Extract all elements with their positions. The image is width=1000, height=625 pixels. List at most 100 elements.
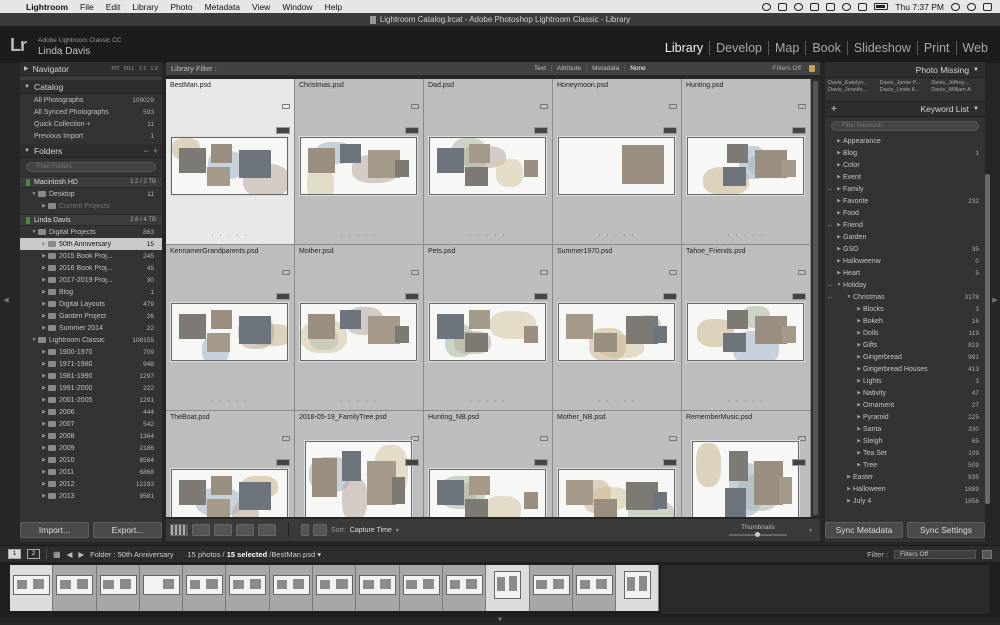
disclosure-triangle-icon[interactable]: ▶: [40, 385, 48, 391]
disclosure-triangle-icon[interactable]: ▶: [835, 198, 843, 204]
disclosure-triangle-icon[interactable]: ▶: [855, 402, 863, 408]
metadata-badge-icon[interactable]: [792, 459, 806, 466]
status-icon[interactable]: [762, 2, 772, 11]
metadata-badge-icon[interactable]: [663, 459, 677, 466]
grid-cell[interactable]: Hunting_NB.psd· · · · ·: [424, 411, 553, 517]
photo-thumbnail[interactable]: [429, 469, 546, 517]
metadata-badge-icon[interactable]: [792, 293, 806, 300]
suggestion-item[interactable]: Davis_Jennife...: [828, 87, 879, 93]
rating-stars[interactable]: · · · · ·: [295, 232, 423, 239]
filter-metadata[interactable]: Metadata: [586, 65, 624, 72]
keyword-item[interactable]: ▶ Santa 330: [825, 423, 985, 435]
keyword-item[interactable]: ▶ Tree 509: [825, 459, 985, 471]
zoom-fill[interactable]: FILL: [124, 66, 135, 72]
keyword-item[interactable]: ▶ Appearance: [825, 135, 985, 147]
catalog-item[interactable]: All Synced Photographs 593: [20, 106, 162, 118]
zoom-1-1[interactable]: 1:1: [139, 66, 147, 72]
photo-thumbnail[interactable]: [429, 137, 546, 195]
rotate-icon[interactable]: [411, 270, 419, 275]
photo-thumbnail[interactable]: [558, 469, 675, 517]
remove-folder-icon[interactable]: −: [143, 146, 148, 156]
sync-icon[interactable]: [794, 2, 804, 11]
disclosure-triangle-icon[interactable]: ▶: [845, 486, 853, 492]
disclosure-triangle-icon[interactable]: ▶: [40, 253, 48, 259]
photo-thumbnail[interactable]: [171, 137, 288, 195]
metadata-badge-icon[interactable]: [276, 293, 290, 300]
photo-thumbnail[interactable]: [171, 469, 288, 517]
disclosure-triangle-icon[interactable]: ▶: [40, 301, 48, 307]
filter-toggle[interactable]: [982, 549, 992, 559]
grid-cell[interactable]: TheBoat.psd· · · · ·: [166, 411, 295, 517]
metadata-badge-icon[interactable]: [792, 127, 806, 134]
folder-item[interactable]: ▶ 2006 444: [20, 406, 162, 418]
filmstrip-thumbnail[interactable]: [399, 565, 443, 611]
keyword-item[interactable]: ▶ Gingerbread 991: [825, 351, 985, 363]
toolbar-menu-chevron-icon[interactable]: ▾: [809, 527, 812, 534]
volume-linda-davis[interactable]: Linda Davis 2.6 / 4 TB: [20, 214, 162, 226]
zoom-1-2[interactable]: 1:2: [150, 66, 158, 72]
sync-settings-button[interactable]: Sync Settings: [907, 522, 985, 538]
disclosure-triangle-icon[interactable]: ▶: [835, 246, 843, 252]
disclosure-triangle-icon[interactable]: ▼: [30, 337, 38, 343]
grid-mode-icon[interactable]: ▦: [53, 550, 61, 559]
search-icon[interactable]: [951, 2, 960, 11]
grid-cell[interactable]: Dad.psd · · · · ·: [424, 79, 553, 245]
photo-thumbnail[interactable]: [300, 137, 417, 195]
grid-view-icon[interactable]: [170, 524, 188, 536]
folder-item[interactable]: ▶ 2007 542: [20, 418, 162, 430]
folder-item[interactable]: ▶ 2013 9581: [20, 490, 162, 502]
disclosure-triangle-icon[interactable]: ▶: [40, 469, 48, 475]
keyword-item[interactable]: – ▼ Holiday: [825, 279, 985, 291]
disclosure-triangle-icon[interactable]: ▶: [40, 361, 48, 367]
filter-text[interactable]: Text: [529, 65, 551, 72]
thumbnail-size-slider[interactable]: [728, 532, 787, 537]
filter-select[interactable]: Filters Off: [894, 549, 976, 559]
metadata-badge-icon[interactable]: [663, 127, 677, 134]
disclosure-triangle-icon[interactable]: ▶: [40, 265, 48, 271]
keyword-item[interactable]: ▶ Favorite 232: [825, 195, 985, 207]
rating-stars[interactable]: · · · · ·: [553, 398, 681, 405]
disclosure-triangle-icon[interactable]: ▶: [855, 414, 863, 420]
zoom-fit[interactable]: FIT: [111, 66, 119, 72]
disclosure-triangle-icon[interactable]: ▼: [30, 191, 38, 197]
disclosure-triangle-icon[interactable]: ▶: [855, 318, 863, 324]
module-web[interactable]: Web: [955, 41, 994, 55]
photo-thumbnail[interactable]: [305, 441, 412, 517]
back-arrow-icon[interactable]: ◀: [67, 550, 73, 559]
filmstrip-thumbnail[interactable]: [226, 565, 270, 611]
disclosure-triangle-icon[interactable]: ▶: [40, 493, 48, 499]
disclosure-triangle-icon[interactable]: ▶: [855, 426, 863, 432]
wifi-icon[interactable]: [842, 2, 852, 11]
folders-header[interactable]: ▼ Folders − +: [20, 144, 162, 158]
disclosure-triangle-icon[interactable]: ▶: [835, 270, 843, 276]
disclosure-triangle-icon[interactable]: ▶: [855, 330, 863, 336]
keyword-item[interactable]: ▶ Garden: [825, 231, 985, 243]
filmstrip-thumbnail[interactable]: [183, 565, 227, 611]
keyword-item[interactable]: ▶ Pyramid 225: [825, 411, 985, 423]
volume-macintosh-hd[interactable]: Macintosh HD 1.2 / 2 TB: [20, 176, 162, 188]
disclosure-triangle-icon[interactable]: ▶: [835, 174, 843, 180]
filmstrip-thumbnail[interactable]: [572, 565, 617, 611]
folder-item[interactable]: ▶ 2010 8584: [20, 454, 162, 466]
folder-item[interactable]: ▶ Current Projects: [20, 200, 162, 212]
grid-cell[interactable]: BestMan.psd · · · · ·: [166, 79, 295, 245]
grid-scrollbar[interactable]: [811, 79, 820, 517]
disclosure-triangle-icon[interactable]: ▶: [855, 354, 863, 360]
disclosure-triangle-icon[interactable]: ▶: [855, 378, 863, 384]
folder-item[interactable]: ▶ 1971-1980 948: [20, 358, 162, 370]
photo-thumbnail[interactable]: [692, 441, 799, 517]
rotate-icon[interactable]: [282, 270, 290, 275]
keyword-item[interactable]: ▶ Easter 935: [825, 471, 985, 483]
keyword-search-input[interactable]: Filter Keywords: [831, 121, 979, 131]
module-print[interactable]: Print: [916, 41, 956, 55]
keyword-item[interactable]: ▶ Color: [825, 159, 985, 171]
filmstrip-toggle-icon[interactable]: ▼: [497, 617, 503, 623]
filmstrip-thumbnail[interactable]: [442, 565, 487, 611]
folder-item[interactable]: ▶ 2011 6868: [20, 466, 162, 478]
disclosure-triangle-icon[interactable]: ▶: [855, 438, 863, 444]
metadata-badge-icon[interactable]: [405, 293, 419, 300]
disclosure-triangle-icon[interactable]: ▶: [835, 222, 843, 228]
keyword-item[interactable]: ▶ Bokeh 16: [825, 315, 985, 327]
disclosure-triangle-icon[interactable]: ▶: [40, 397, 48, 403]
sort-select[interactable]: Capture Time: [350, 527, 392, 534]
